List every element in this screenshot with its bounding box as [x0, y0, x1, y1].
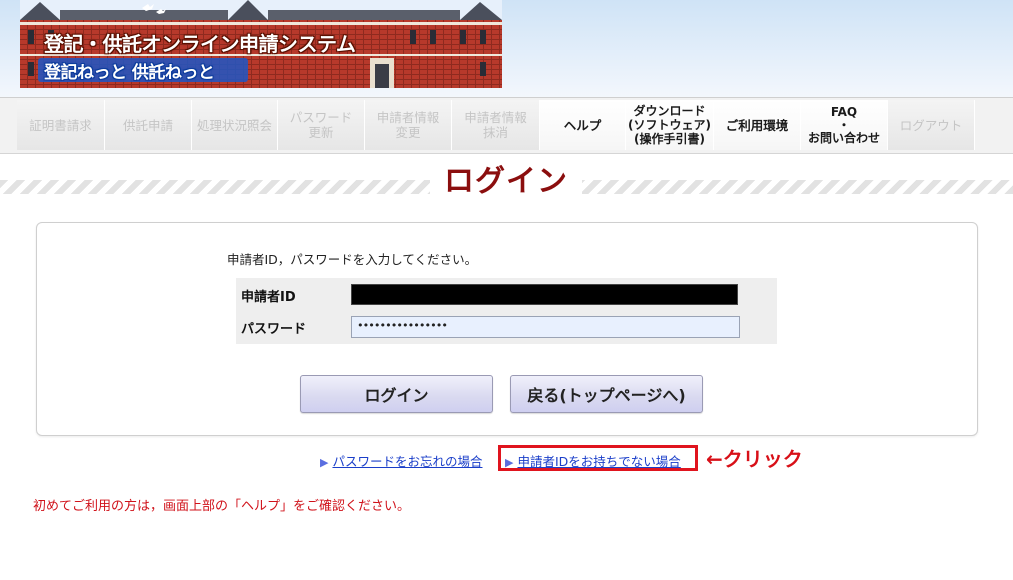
nav-deposit-application: 供託申請: [105, 100, 192, 150]
page-title: ログイン: [430, 160, 582, 206]
site-header: 登記・供託オンライン申請システム 登記ねっと 供託ねっと: [0, 0, 1013, 97]
forgot-password-link[interactable]: ▶ パスワードをお忘れの場合: [320, 451, 482, 470]
back-to-top-button[interactable]: 戻る(トップページへ): [510, 375, 703, 413]
password-label: パスワード: [241, 322, 307, 337]
main-nav: 証明書請求 供託申請 処理状況照会 パスワード 更新 申請者情報 変更 申請者情…: [0, 97, 1013, 154]
applicant-id-label: 申請者ID: [241, 290, 296, 305]
nav-download[interactable]: ダウンロード (ソフトウェア) (操作手引書): [626, 100, 714, 150]
site-subtitle: 登記ねっと 供託ねっと: [44, 63, 215, 83]
nav-applicant-delete: 申請者情報 抹消: [452, 100, 540, 150]
site-title: 登記・供託オンライン申請システム: [44, 32, 356, 56]
triangle-right-icon: ▶: [320, 456, 329, 469]
applicant-id-input[interactable]: [351, 284, 738, 305]
first-time-notice: 初めてご利用の方は，画面上部の「ヘルプ」をご確認ください。: [33, 499, 411, 514]
click-callout: ←クリック: [706, 447, 803, 471]
nav-password-update: パスワード 更新: [278, 100, 365, 150]
nav-applicant-change: 申請者情報 変更: [365, 100, 452, 150]
highlight-box: [498, 445, 698, 471]
login-button[interactable]: ログイン: [300, 375, 493, 413]
password-input[interactable]: ••••••••••••••••: [351, 316, 740, 338]
nav-environment[interactable]: ご利用環境: [714, 100, 801, 150]
nav-certificate-request: 証明書請求: [17, 100, 105, 150]
forgot-password-text: パスワードをお忘れの場合: [332, 454, 483, 469]
nav-faq-contact[interactable]: FAQ ・ お問い合わせ: [801, 100, 888, 150]
nav-logout: ログアウト: [888, 100, 975, 150]
nav-help[interactable]: ヘルプ: [540, 100, 626, 150]
nav-status-inquiry: 処理状況照会: [192, 100, 278, 150]
login-instruction: 申請者ID，パスワードを入力してください。: [227, 252, 478, 267]
site-logo-banner[interactable]: 登記・供託オンライン申請システム 登記ねっと 供託ねっと: [20, 0, 502, 88]
